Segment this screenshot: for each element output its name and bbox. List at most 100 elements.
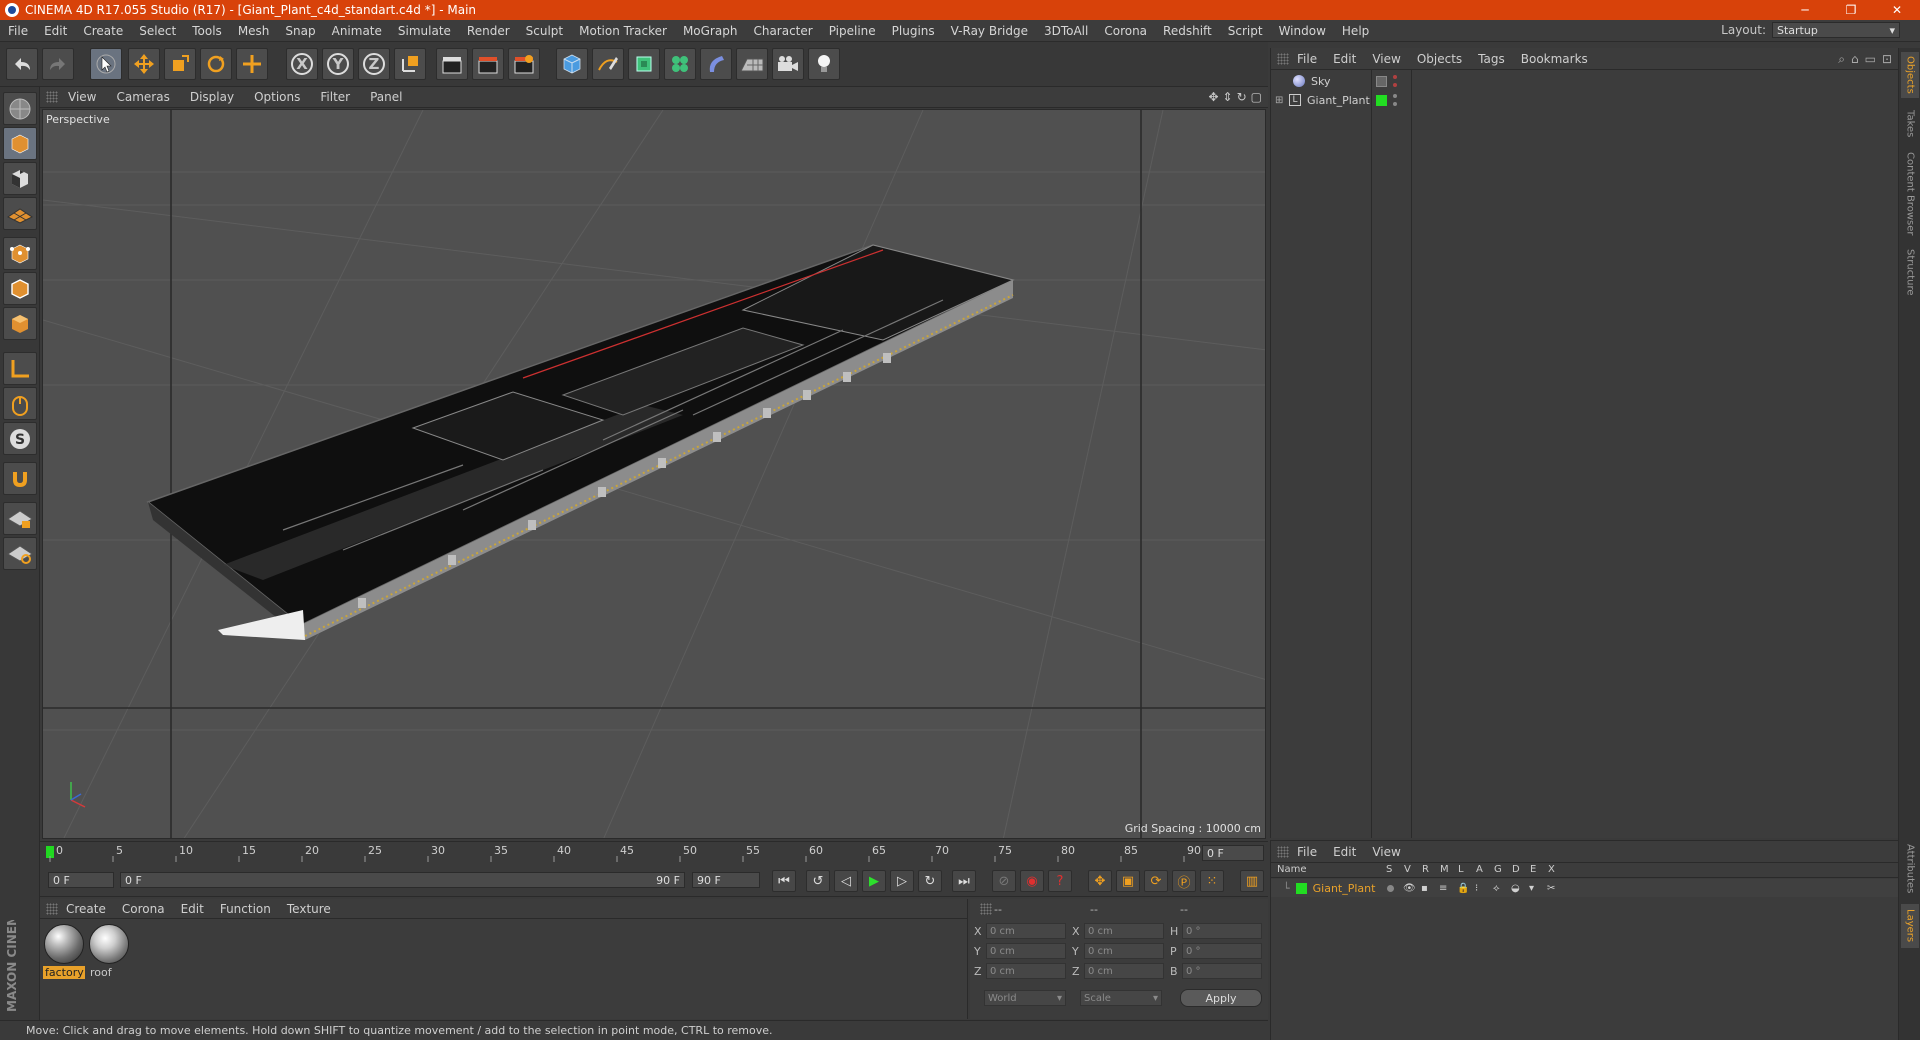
frame-range-slider[interactable]: 0 F 90 F [120, 872, 685, 888]
key-position-button[interactable]: ✥ [1088, 870, 1112, 892]
solo-toggle-icon[interactable] [1387, 884, 1394, 892]
add-light-button[interactable] [808, 48, 840, 80]
scale-tool-button[interactable] [164, 48, 196, 80]
object-row-sky[interactable]: Sky [1271, 72, 1891, 90]
side-tab-layers[interactable]: Layers [1901, 904, 1919, 948]
menu-edit[interactable]: Edit [36, 24, 75, 38]
tweak-mode-button[interactable] [3, 387, 37, 420]
solo-mode-button[interactable]: S [3, 422, 37, 455]
visibility-dot-icon[interactable] [1393, 75, 1397, 79]
key-point-level-button[interactable]: ⁙ [1200, 870, 1224, 892]
side-tab-content-browser[interactable]: Content Browser [1901, 148, 1919, 240]
model-mode-button[interactable] [3, 127, 37, 160]
viewport-menu-panel[interactable]: Panel [360, 90, 412, 104]
add-generator-button[interactable] [628, 48, 660, 80]
menu-simulate[interactable]: Simulate [390, 24, 459, 38]
material-menu-create[interactable]: Create [58, 902, 114, 916]
perspective-viewport[interactable]: Perspective Grid Spacing : 10000 cm [42, 109, 1266, 839]
manager-toggle-icon[interactable]: ≡ [1439, 883, 1447, 894]
apply-button[interactable]: Apply [1180, 989, 1262, 1007]
undo-button[interactable] [6, 48, 38, 80]
dolly-view-icon[interactable]: ⇕ [1223, 90, 1233, 104]
coordinate-space-dropdown[interactable]: World ▾ [984, 990, 1066, 1006]
layer-color-swatch[interactable] [1376, 94, 1387, 106]
size-mode-dropdown[interactable]: Scale ▾ [1080, 990, 1162, 1006]
add-deformer-button[interactable] [700, 48, 732, 80]
column-manager[interactable]: M [1440, 864, 1449, 875]
x-axis-lock-button[interactable]: X [286, 48, 318, 80]
menu-create[interactable]: Create [75, 24, 131, 38]
menu-mesh[interactable]: Mesh [230, 24, 278, 38]
object-row-giant-plant[interactable]: ⊞ L Giant_Plant [1271, 91, 1891, 109]
menu-3dtoall[interactable]: 3DToAll [1036, 24, 1096, 38]
material-menu-function[interactable]: Function [212, 902, 279, 916]
z-axis-lock-button[interactable]: Z [358, 48, 390, 80]
menu-window[interactable]: Window [1271, 24, 1334, 38]
expand-toggle-icon[interactable]: ⊞ [1275, 95, 1285, 106]
column-generators[interactable]: G [1494, 864, 1502, 875]
add-camera-button[interactable] [772, 48, 804, 80]
record-keys-disabled-button[interactable]: ⊘ [992, 870, 1016, 892]
column-name[interactable]: Name [1277, 864, 1307, 875]
minimize-button[interactable]: ─ [1782, 0, 1828, 20]
previous-key-button[interactable]: ↺ [806, 870, 830, 892]
eye-toggle-icon[interactable]: 👁 [1403, 883, 1416, 894]
layer-menu-view[interactable]: View [1364, 845, 1408, 859]
object-menu-tags[interactable]: Tags [1470, 52, 1513, 66]
render-toggle-icon[interactable]: ▪ [1421, 883, 1428, 894]
viewport-menu-options[interactable]: Options [244, 90, 310, 104]
render-to-picture-viewer-button[interactable] [472, 48, 504, 80]
points-mode-button[interactable] [3, 237, 37, 270]
add-cube-button[interactable] [556, 48, 588, 80]
material-roof[interactable]: roof [88, 924, 130, 980]
next-key-button[interactable]: ↻ [918, 870, 942, 892]
render-view-button[interactable] [436, 48, 468, 80]
visibility-dot-icon[interactable] [1393, 94, 1397, 98]
menu-pipeline[interactable]: Pipeline [821, 24, 884, 38]
previous-frame-button[interactable]: ◁ [834, 870, 858, 892]
position-y-field[interactable]: 0 cm [986, 943, 1066, 959]
object-menu-edit[interactable]: Edit [1325, 52, 1364, 66]
object-menu-bookmarks[interactable]: Bookmarks [1513, 52, 1596, 66]
layer-swatch-icon[interactable] [1376, 75, 1387, 87]
column-expressions[interactable]: E [1530, 864, 1536, 875]
home-icon[interactable]: ⌂ [1851, 52, 1859, 67]
key-scale-button[interactable]: ▣ [1116, 870, 1140, 892]
locked-workplane-button[interactable] [3, 502, 37, 535]
menu-character[interactable]: Character [745, 24, 820, 38]
menu-corona[interactable]: Corona [1096, 24, 1155, 38]
menu-snap[interactable]: Snap [277, 24, 323, 38]
viewport-menu-display[interactable]: Display [180, 90, 244, 104]
timeline-window-button[interactable]: ▥ [1240, 870, 1264, 892]
menu-script[interactable]: Script [1220, 24, 1271, 38]
current-frame-field[interactable]: 0 F [1202, 845, 1264, 861]
add-scene-button[interactable] [736, 48, 768, 80]
menu-render[interactable]: Render [459, 24, 518, 38]
toggle-layout-icon[interactable]: ▢ [1251, 90, 1262, 104]
position-z-field[interactable]: 0 cm [986, 963, 1066, 979]
menu-file[interactable]: File [0, 24, 36, 38]
size-y-field[interactable]: 0 cm [1084, 943, 1164, 959]
size-x-field[interactable]: 0 cm [1084, 923, 1164, 939]
layer-menu-file[interactable]: File [1289, 845, 1325, 859]
viewport-menu-cameras[interactable]: Cameras [106, 90, 179, 104]
search-icon[interactable]: ⌕ [1838, 52, 1845, 67]
material-menu-corona[interactable]: Corona [114, 902, 173, 916]
menu-vray-bridge[interactable]: V-Ray Bridge [943, 24, 1036, 38]
menu-redshift[interactable]: Redshift [1155, 24, 1220, 38]
material-menu-texture[interactable]: Texture [279, 902, 339, 916]
minimize-panel-icon[interactable]: ▭ [1865, 52, 1876, 67]
render-dot-icon[interactable] [1393, 102, 1397, 106]
menu-sculpt[interactable]: Sculpt [518, 24, 571, 38]
menu-select[interactable]: Select [131, 24, 184, 38]
autokeying-button[interactable]: ? [1048, 870, 1072, 892]
enable-axis-button[interactable] [3, 352, 37, 385]
move-tool-button[interactable] [128, 48, 160, 80]
column-animation[interactable]: A [1476, 864, 1483, 875]
object-menu-file[interactable]: File [1289, 52, 1325, 66]
generator-toggle-icon[interactable]: ⟡ [1493, 883, 1500, 894]
make-editable-button[interactable] [3, 92, 37, 125]
side-tab-attributes[interactable]: Attributes [1901, 838, 1919, 900]
edges-mode-button[interactable] [3, 272, 37, 305]
lock-toggle-icon[interactable]: 🔒 [1457, 883, 1469, 894]
